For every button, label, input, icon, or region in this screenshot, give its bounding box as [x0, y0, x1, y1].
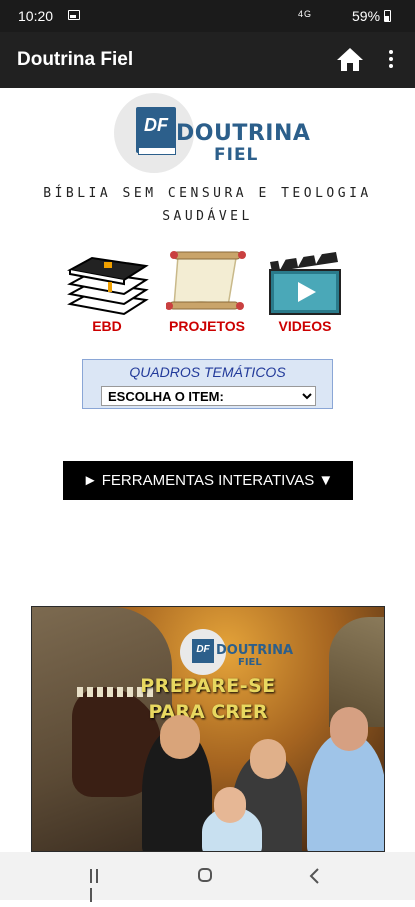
logo-line1: DOUTRINA — [176, 121, 311, 146]
banner-headline-1: PREPARE-SE — [140, 675, 276, 697]
projetos-label: PROJETOS — [169, 318, 245, 334]
books-icon — [67, 256, 149, 316]
person-woman-face — [250, 739, 286, 779]
videos-link[interactable]: VIDEOS — [266, 248, 344, 338]
app-bar: Doutrina Fiel — [0, 32, 415, 88]
home-button-icon[interactable] — [198, 868, 212, 882]
ebd-label: EBD — [92, 318, 122, 334]
ebd-link[interactable]: EBD — [64, 248, 150, 338]
promo-banner[interactable]: DF DOUTRINA FIEL PREPARE-SE PARA CRER — [31, 606, 385, 852]
status-bar: 10:20 4G 59% — [0, 0, 415, 32]
logo-line2: FIEL — [214, 145, 259, 165]
logo-book-pages — [138, 147, 176, 155]
site-logo[interactable]: DF DOUTRINA FIEL — [114, 93, 310, 173]
ferramentas-interativas-button[interactable]: ► FERRAMENTAS INTERATIVAS ▼ — [63, 461, 353, 500]
person-man-face — [330, 707, 368, 751]
recent-apps-icon[interactable] — [90, 869, 106, 902]
person-boy-face — [160, 715, 200, 759]
system-nav-bar — [0, 852, 415, 902]
signal-icon: 4G — [298, 9, 313, 19]
battery-percent: 59% — [352, 8, 381, 24]
app-title: Doutrina Fiel — [17, 49, 134, 70]
banner-logo-line2: FIEL — [238, 657, 262, 668]
quadros-title: QUADROS TEMÁTICOS — [129, 364, 286, 380]
videos-label: VIDEOS — [278, 318, 332, 334]
clapperboard-icon — [269, 252, 341, 315]
overflow-menu-icon[interactable] — [386, 50, 396, 72]
banner-logo-line1: DOUTRINA — [216, 643, 294, 658]
logo-letters: DF — [144, 115, 168, 135]
quadros-select[interactable]: ESCOLHA O ITEM: — [101, 386, 316, 406]
quadros-tematicos-box: QUADROS TEMÁTICOS ESCOLHA O ITEM: — [82, 359, 333, 409]
gallery-notification-icon — [68, 10, 80, 20]
projetos-link[interactable]: PROJETOS — [165, 248, 248, 338]
status-time: 10:20 — [18, 8, 54, 24]
back-icon[interactable] — [305, 867, 325, 885]
battery-icon — [384, 10, 391, 22]
person-girl-face — [214, 787, 246, 823]
home-icon[interactable] — [336, 46, 364, 72]
site-tagline: BÍBLIA SEM CENSURA E TEOLOGIA SAUDÁVEL — [43, 186, 372, 224]
scroll-icon — [165, 251, 246, 310]
banner-logo-letters: DF — [192, 639, 214, 663]
